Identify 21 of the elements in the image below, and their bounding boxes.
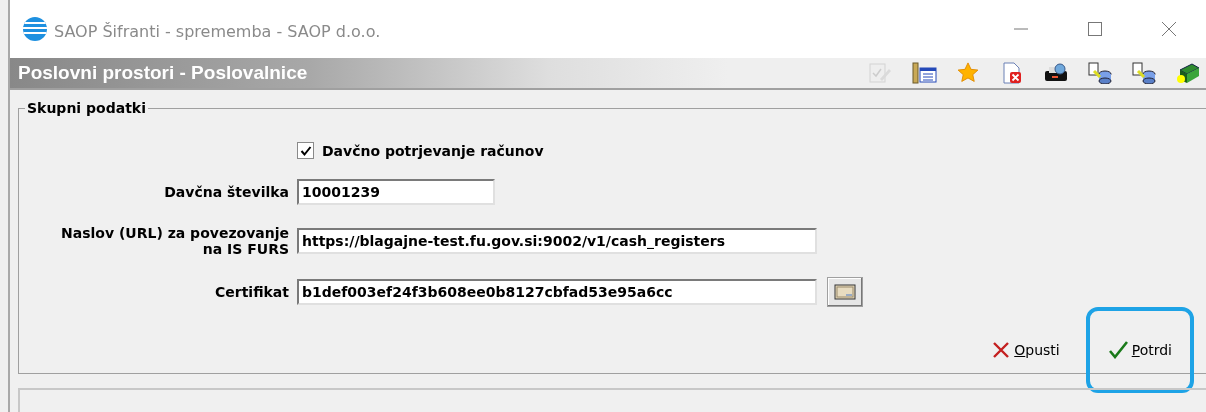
- input-field[interactable]: 10001239: [297, 179, 495, 205]
- check-icon: [1107, 341, 1128, 359]
- field-label: Naslov (URL) za povezovanje na IS FURS: [60, 225, 289, 257]
- form-title: Poslovni prostori - Poslovalnice: [18, 62, 309, 84]
- checkbox-label: Davčno potrjevanje računov: [322, 142, 544, 159]
- minimize-icon: [1013, 28, 1029, 30]
- close-icon: [992, 341, 1011, 359]
- maximize-icon: [1087, 21, 1103, 37]
- input-field[interactable]: https://blagajne-test.fu.gov.si:9002/v1/cash_registers: [297, 228, 817, 254]
- group-title: Skupni podatki: [26, 100, 147, 116]
- certificate-icon: [834, 284, 856, 300]
- browse-button[interactable]: [827, 277, 863, 307]
- window-title: SAOP Šifranti - sprememba - SAOP d.o.o.: [54, 20, 382, 41]
- confirm-button[interactable]: Potrdi: [1105, 339, 1174, 361]
- app-logo-icon: [22, 16, 48, 42]
- close-icon: [1161, 21, 1177, 37]
- cancel-button[interactable]: Opusti: [990, 339, 1062, 361]
- field-label: Certifikat: [214, 284, 289, 300]
- input-field[interactable]: b1def003ef24f3b608ee0b8127cbfad53e95a6cc: [297, 279, 817, 305]
- field-label: Davčna številka: [163, 184, 289, 200]
- checkbox[interactable]: [297, 142, 314, 159]
